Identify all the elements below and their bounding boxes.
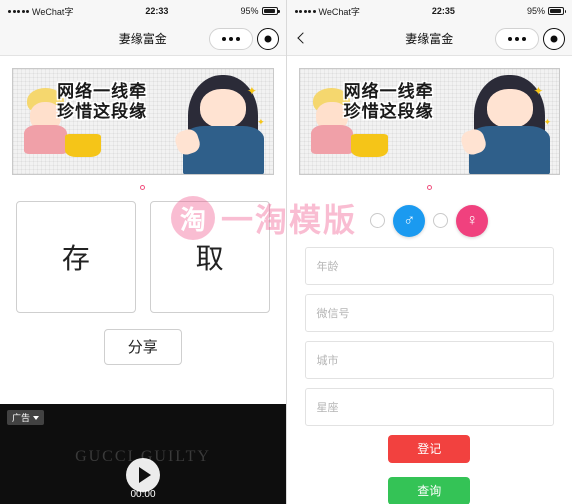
status-battery-group: 95%: [240, 6, 280, 16]
ellipsis-icon[interactable]: [208, 27, 253, 50]
banner-line-2: 珍惜这段缘: [57, 101, 148, 121]
banner-artwork: ✦ ✦ 网络一线牵 珍惜这段缘: [13, 69, 273, 174]
action-button-row: 存 取: [0, 200, 286, 313]
save-button[interactable]: 存: [16, 200, 136, 313]
sparkle-icon-small: ✦: [257, 117, 265, 128]
query-row: 查询: [287, 468, 572, 504]
battery-percent: 95%: [526, 6, 545, 16]
carousel-dot[interactable]: [426, 185, 432, 191]
status-time: 22:33: [145, 6, 169, 16]
banner-line-2: 珍惜这段缘: [343, 101, 434, 121]
gender-selector: ♂ ♀: [287, 201, 572, 247]
status-bar-right: WeChat字 22:35 95%: [286, 0, 572, 22]
carousel-indicator-right[interactable]: [287, 175, 572, 201]
chevron-down-icon: [33, 415, 40, 420]
status-bar-left: WeChat字 22:33 95%: [0, 0, 286, 22]
play-icon[interactable]: [126, 458, 160, 492]
radio-male[interactable]: [370, 213, 386, 229]
battery-icon: [261, 7, 280, 15]
nav-bar-left: 妻缘富金: [0, 22, 286, 56]
battery-icon: [548, 7, 566, 15]
banner-line-1: 网络一线牵: [57, 81, 148, 101]
share-button[interactable]: 分享: [103, 328, 182, 365]
promo-banner[interactable]: ✦ ✦ 网络一线牵 珍惜这段缘: [298, 68, 560, 175]
carrier-label: WeChat字: [32, 6, 74, 17]
ellipsis-icon[interactable]: [495, 27, 539, 50]
banner-text: 网络一线牵 珍惜这段缘: [344, 82, 434, 122]
take-button[interactable]: 取: [149, 200, 270, 313]
age-field[interactable]: 年龄: [304, 246, 554, 285]
banner-container-right: ✦ ✦ 网络一线牵 珍惜这段缘: [287, 56, 572, 175]
video-timestamp: 00:00: [130, 489, 156, 500]
target-icon[interactable]: [543, 27, 565, 50]
screenshot-root: WeChat字 22:33 95% 妻缘富金 ✦ ✦ 网络一线牵 珍惜这段缘 存…: [0, 0, 572, 504]
target-icon[interactable]: [256, 27, 279, 50]
register-button[interactable]: 登记: [388, 434, 471, 463]
status-signal: WeChat字: [8, 5, 73, 18]
sparkle-icon: ✦: [246, 83, 257, 98]
page-title: 妻缘富金: [405, 32, 454, 46]
banner-line-1: 网络一线牵: [343, 81, 434, 101]
wechat-id-field[interactable]: 微信号: [304, 293, 554, 332]
register-row: 登记: [287, 434, 572, 463]
female-icon[interactable]: ♀: [456, 204, 489, 237]
status-signal-right: WeChat字: [294, 5, 360, 18]
battery-percent: 95%: [240, 6, 259, 16]
banner-container-left: ✦ ✦ 网络一线牵 珍惜这段缘: [0, 56, 286, 175]
chevron-left-icon[interactable]: [296, 34, 306, 44]
status-time: 22:35: [431, 6, 455, 16]
share-row: 分享: [0, 328, 286, 365]
radio-female[interactable]: [433, 213, 449, 229]
ad-badge-label: 广告: [12, 413, 31, 423]
signal-dots-icon: [8, 9, 29, 13]
cup-icon: [351, 133, 388, 157]
city-field[interactable]: 城市: [304, 340, 554, 379]
signal-dots-icon: [294, 9, 316, 13]
banner-artwork: ✦ ✦ 网络一线牵 珍惜这段缘: [300, 69, 560, 174]
nav-bar-right: 妻缘富金: [286, 22, 572, 56]
phone-screen-right: WeChat字 22:35 95% 妻缘富金 ✦ ✦ 网络一线牵 珍惜这段缘 ♂…: [286, 0, 572, 504]
video-ad-player[interactable]: 广告 GUCCI GUILTY 00:00: [0, 404, 286, 504]
ad-badge[interactable]: 广告: [7, 410, 45, 425]
male-icon[interactable]: ♂: [393, 204, 426, 237]
nav-actions-left: [208, 27, 279, 50]
sparkle-icon: ✦: [533, 83, 544, 98]
banner-text: 网络一线牵 珍惜这段缘: [57, 82, 147, 122]
phone-screen-left: WeChat字 22:33 95% 妻缘富金 ✦ ✦ 网络一线牵 珍惜这段缘 存…: [0, 0, 287, 504]
carrier-label: WeChat字: [318, 6, 360, 17]
zodiac-field[interactable]: 星座: [304, 387, 554, 426]
nav-actions-right: [495, 27, 565, 50]
status-battery-group: 95%: [526, 6, 566, 16]
sparkle-icon-small: ✦: [543, 117, 552, 128]
carousel-indicator-left[interactable]: [0, 175, 286, 201]
page-title: 妻缘富金: [118, 32, 167, 46]
carousel-dot[interactable]: [140, 185, 146, 191]
promo-banner[interactable]: ✦ ✦ 网络一线牵 珍惜这段缘: [12, 68, 274, 175]
cup-icon: [64, 133, 102, 157]
query-button[interactable]: 查询: [388, 476, 471, 504]
